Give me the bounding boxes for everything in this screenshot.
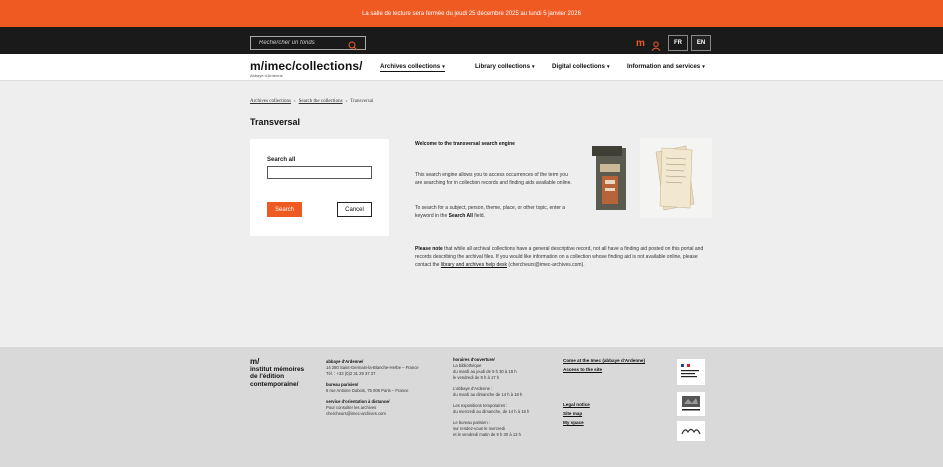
help-desk-link[interactable]: library and archives help desk	[441, 262, 507, 268]
footer-opening-hours: horaires d'ouverture/ La bibliothèque du…	[453, 357, 529, 438]
intro-text: field.	[472, 213, 485, 219]
intro-title: Welcome to the transversal search engine	[415, 141, 515, 147]
page-title: Transversal	[250, 117, 301, 127]
nav-label: Digital collections	[552, 63, 605, 70]
breadcrumb-archives[interactable]: Archives collections	[250, 99, 291, 104]
intro-paragraph: This search engine allows you to access …	[415, 172, 572, 186]
archive-box-image	[586, 140, 638, 218]
nav-information-services[interactable]: Information and services ▾	[627, 63, 705, 70]
footer-brand: m/ institut mémoires de l'édition contem…	[250, 358, 320, 388]
chevron-down-icon: ▾	[532, 64, 535, 70]
site-footer: m/ institut mémoires de l'édition contem…	[0, 347, 943, 467]
breadcrumb-search[interactable]: Search the collections	[299, 99, 343, 104]
region-normandie-logo	[677, 392, 705, 416]
note-bold: Please note	[415, 246, 443, 252]
banner-text: La salle de lecture sera fermée du jeudi…	[362, 10, 581, 17]
footer-link-come-to-imec[interactable]: Come at the Imec (abbaye d'Ardenne)	[563, 358, 645, 363]
footer-link-legal-notice[interactable]: Legal notice	[563, 402, 590, 407]
footer-line: du mercredi au dimanche, de 14 h à 18 h	[453, 409, 530, 414]
footer-link-site-map[interactable]: Site map	[563, 411, 582, 416]
prefet-normandie-logo	[677, 359, 705, 385]
imec-mark-icon[interactable]: m	[636, 39, 645, 49]
footer-link-my-space[interactable]: My space	[563, 420, 584, 425]
intro-bold: Search All	[448, 213, 473, 219]
lang-en-button[interactable]: EN	[691, 35, 711, 51]
chevron-down-icon: ▾	[702, 64, 705, 70]
closure-banner: La salle de lecture sera fermée du jeudi…	[0, 0, 943, 27]
caen-la-mer-logo	[677, 421, 705, 441]
search-card: Search all Search Cancel	[250, 139, 389, 236]
footer-link-access[interactable]: Access to the site	[563, 367, 602, 372]
top-bar: m FR EN	[0, 27, 943, 54]
footer-brand-line: de l'édition	[250, 373, 285, 380]
note-email: (chercheurs@imec-archives.com).	[507, 262, 585, 268]
footer-line: et le vendredi matin de 9 h 30 à 13 h	[453, 432, 521, 437]
footer-logo-mark: m/	[250, 357, 260, 366]
archive-papers-image	[640, 138, 712, 218]
nav-archives-collections[interactable]: Archives collections ▾	[380, 63, 445, 72]
site-logo-subtitle: Abbaye d'Ardenne	[250, 73, 283, 78]
footer-brand-line: institut mémoires	[250, 365, 305, 373]
nav-library-collections[interactable]: Library collections ▾	[475, 63, 535, 70]
breadcrumb-separator: ›	[293, 99, 296, 104]
fonds-search	[250, 36, 366, 51]
site-logo[interactable]: m/imec/collections/	[250, 60, 363, 72]
nav-label: Information and services	[627, 63, 701, 70]
footer-line: du mardi au dimanche de 14 h à 18 h	[453, 392, 523, 397]
footer-addresses: abbaye d'Ardenne/ 14 280 Saint-Germain-l…	[326, 359, 419, 417]
nav-label: Library collections	[475, 63, 531, 70]
breadcrumb-current: Transversal	[350, 99, 374, 104]
search-all-label: Search all	[267, 157, 296, 163]
chevron-down-icon: ▾	[606, 64, 610, 70]
nav-digital-collections[interactable]: Digital collections ▾	[552, 63, 609, 70]
footer-line: chercheurs@imec-archives.com	[326, 411, 386, 416]
breadcrumb-separator: ›	[345, 99, 348, 104]
fonds-search-input[interactable]	[251, 40, 351, 46]
breadcrumb: Archives collections › Search the collecti…	[250, 99, 373, 104]
chevron-down-icon: ▾	[442, 64, 445, 70]
footer-line: 6 rue Antoine Dubois, 75 006 Paris – Fra…	[326, 388, 409, 393]
finding-aid-note: Please note that while all archival coll…	[415, 245, 715, 269]
intro-instructions: To search for a subject, person, theme, …	[415, 204, 575, 220]
search-all-input[interactable]	[267, 166, 372, 179]
cancel-button[interactable]: Cancel	[337, 202, 372, 217]
intro-text: To search for a subject, person, theme, …	[415, 205, 566, 219]
site-header: m/imec/collections/ Abbaye d'Ardenne Arc…	[0, 54, 943, 81]
footer-brand-line: contemporaine/	[250, 380, 299, 388]
search-button[interactable]: Search	[267, 202, 302, 217]
lang-fr-button[interactable]: FR	[668, 35, 688, 51]
nav-label: Archives collections	[380, 63, 441, 70]
